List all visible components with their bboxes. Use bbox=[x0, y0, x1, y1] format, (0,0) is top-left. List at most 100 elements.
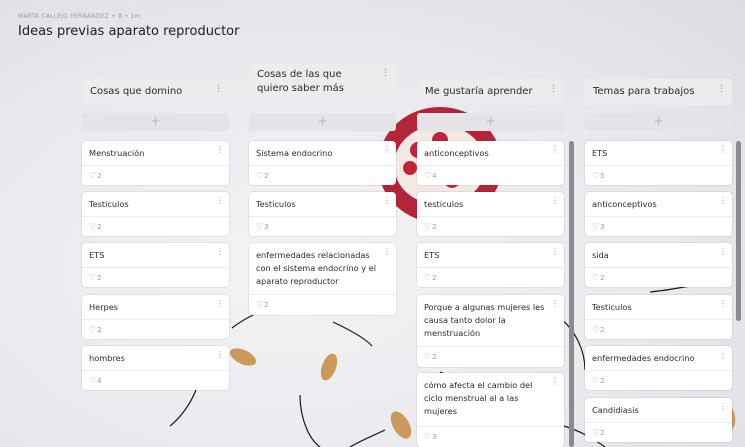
post-text: testiculos bbox=[424, 199, 464, 209]
like-button[interactable]: ♡2 bbox=[592, 325, 605, 334]
card-divider bbox=[417, 216, 564, 217]
more-vertical-icon[interactable]: ⋮ bbox=[719, 145, 727, 154]
like-button[interactable]: ♡2 bbox=[592, 376, 605, 385]
more-vertical-icon[interactable]: ⋮ bbox=[383, 145, 391, 154]
like-button[interactable]: ♡4 bbox=[89, 376, 102, 385]
post-text: anticonceptivos bbox=[424, 148, 489, 158]
post-card[interactable]: testiculos ⋮ ♡2 bbox=[417, 192, 564, 236]
like-count: 4 bbox=[432, 172, 437, 180]
like-button[interactable]: ♡4 bbox=[424, 171, 437, 180]
post-card[interactable]: cómo afecta el cambio del ciclo menstrua… bbox=[417, 373, 564, 447]
more-vertical-icon[interactable]: ⋮ bbox=[551, 145, 559, 154]
more-vertical-icon[interactable]: ⋮ bbox=[383, 196, 391, 205]
like-count: 2 bbox=[97, 172, 102, 180]
post-card[interactable]: Candidiasis ⋮ ♡2 bbox=[585, 398, 732, 442]
post-text: ETS bbox=[592, 148, 608, 158]
column-header: Cosas de las que quiero saber más ⋮ bbox=[249, 64, 396, 105]
like-button[interactable]: ♡3 bbox=[256, 222, 269, 231]
more-vertical-icon[interactable]: ⋮ bbox=[719, 350, 727, 359]
more-vertical-icon[interactable]: ⋮ bbox=[216, 196, 224, 205]
column-title[interactable]: Cosas de las que quiero saber más bbox=[257, 68, 367, 96]
more-vertical-icon[interactable]: ⋮ bbox=[549, 84, 558, 94]
post-card[interactable]: enfermedades endocrino ⋮ ♡2 bbox=[585, 346, 732, 390]
heart-icon: ♡ bbox=[256, 222, 264, 231]
post-text: Porque a algunas mujeres les causa tanto… bbox=[424, 302, 545, 338]
post-card[interactable]: sida ⋮ ♡2 bbox=[585, 243, 732, 287]
heart-icon: ♡ bbox=[424, 171, 432, 180]
like-button[interactable]: ♡2 bbox=[592, 273, 605, 282]
card-divider bbox=[82, 319, 229, 320]
more-vertical-icon[interactable]: ⋮ bbox=[216, 299, 224, 308]
more-vertical-icon[interactable]: ⋮ bbox=[381, 68, 390, 78]
more-vertical-icon[interactable]: ⋮ bbox=[719, 299, 727, 308]
more-vertical-icon[interactable]: ⋮ bbox=[216, 145, 224, 154]
column-title[interactable]: Me gustaría aprender bbox=[425, 85, 533, 99]
like-button[interactable]: ♡5 bbox=[592, 171, 605, 180]
add-post-button[interactable]: + bbox=[585, 113, 732, 131]
post-card[interactable]: anticonceptivos ⋮ ♡4 bbox=[417, 141, 564, 185]
post-card[interactable]: Testiculos ⋮ ♡2 bbox=[585, 295, 732, 339]
more-vertical-icon[interactable]: ⋮ bbox=[717, 84, 726, 94]
like-button[interactable]: ♡2 bbox=[256, 300, 269, 309]
add-post-button[interactable]: + bbox=[82, 113, 229, 131]
card-divider bbox=[417, 426, 564, 427]
column-title[interactable]: Temas para trabajos bbox=[593, 85, 694, 99]
more-vertical-icon[interactable]: ⋮ bbox=[551, 377, 559, 386]
more-vertical-icon[interactable]: ⋮ bbox=[719, 196, 727, 205]
more-vertical-icon[interactable]: ⋮ bbox=[383, 247, 391, 256]
board-header: MARTA CALLEJO FERNÁNDEZ + 8 • 1m Ideas p… bbox=[18, 13, 239, 39]
like-button[interactable]: ♡2 bbox=[89, 222, 102, 231]
more-vertical-icon[interactable]: ⋮ bbox=[551, 299, 559, 308]
post-card[interactable]: hombres ⋮ ♡4 bbox=[82, 346, 229, 390]
add-post-button[interactable]: + bbox=[249, 113, 396, 131]
like-button[interactable]: ♡2 bbox=[424, 273, 437, 282]
more-vertical-icon[interactable]: ⋮ bbox=[216, 247, 224, 256]
post-card[interactable]: ETS ⋮ ♡2 bbox=[82, 243, 229, 287]
more-vertical-icon[interactable]: ⋮ bbox=[719, 247, 727, 256]
like-button[interactable]: ♡3 bbox=[424, 432, 437, 441]
post-card[interactable]: Sistema endocrino ⋮ ♡2 bbox=[249, 141, 396, 185]
column-scrollbar[interactable] bbox=[569, 141, 574, 447]
like-count: 4 bbox=[97, 377, 102, 385]
like-button[interactable]: ♡2 bbox=[89, 273, 102, 282]
more-vertical-icon[interactable]: ⋮ bbox=[214, 84, 223, 94]
post-card[interactable]: ETS ⋮ ♡5 bbox=[585, 141, 732, 185]
post-card[interactable]: Porque a algunas mujeres les causa tanto… bbox=[417, 295, 564, 367]
like-count: 3 bbox=[432, 433, 437, 441]
column-title[interactable]: Cosas que domino bbox=[90, 85, 182, 99]
like-button[interactable]: ♡2 bbox=[592, 428, 605, 437]
post-card[interactable]: anticonceptivos ⋮ ♡3 bbox=[585, 192, 732, 236]
more-vertical-icon[interactable]: ⋮ bbox=[719, 402, 727, 411]
post-card[interactable]: Menstruación ⋮ ♡2 bbox=[82, 141, 229, 185]
like-count: 3 bbox=[264, 223, 269, 231]
like-button[interactable]: ♡2 bbox=[89, 171, 102, 180]
post-card[interactable]: enfermedades relacionadas con el sistema… bbox=[249, 243, 396, 315]
board-title[interactable]: Ideas previas aparato reproductor bbox=[18, 24, 239, 39]
post-text: Candidiasis bbox=[592, 405, 639, 415]
like-count: 2 bbox=[600, 377, 605, 385]
post-text: Testiculos bbox=[592, 302, 632, 312]
like-button[interactable]: ♡2 bbox=[424, 222, 437, 231]
post-card[interactable]: Herpes ⋮ ♡2 bbox=[82, 295, 229, 339]
like-button[interactable]: ♡2 bbox=[89, 325, 102, 334]
like-button[interactable]: ♡2 bbox=[424, 352, 437, 361]
heart-icon: ♡ bbox=[592, 273, 600, 282]
more-vertical-icon[interactable]: ⋮ bbox=[216, 350, 224, 359]
post-card[interactable]: Testiculos ⋮ ♡2 bbox=[82, 192, 229, 236]
heart-icon: ♡ bbox=[89, 325, 97, 334]
post-card[interactable]: Testiculos ⋮ ♡3 bbox=[249, 192, 396, 236]
add-post-button[interactable]: + bbox=[417, 113, 564, 131]
like-button[interactable]: ♡3 bbox=[592, 222, 605, 231]
like-count: 2 bbox=[97, 274, 102, 282]
more-vertical-icon[interactable]: ⋮ bbox=[551, 196, 559, 205]
post-text: enfermedades relacionadas con el sistema… bbox=[256, 250, 377, 286]
column-scrollbar[interactable] bbox=[736, 141, 741, 321]
post-text: Menstruación bbox=[89, 148, 145, 158]
like-count: 2 bbox=[600, 274, 605, 282]
like-count: 2 bbox=[432, 353, 437, 361]
more-vertical-icon[interactable]: ⋮ bbox=[551, 247, 559, 256]
like-button[interactable]: ♡2 bbox=[256, 171, 269, 180]
post-card[interactable]: ETS ⋮ ♡2 bbox=[417, 243, 564, 287]
heart-icon: ♡ bbox=[89, 376, 97, 385]
heart-icon: ♡ bbox=[89, 273, 97, 282]
